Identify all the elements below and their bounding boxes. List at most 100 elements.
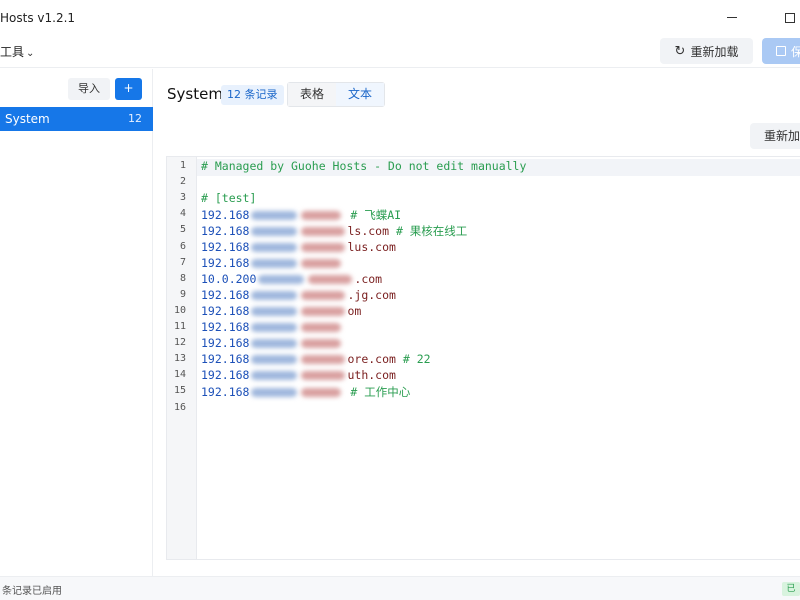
maximize-icon bbox=[785, 12, 795, 23]
comment: # 工作中心 bbox=[350, 385, 411, 400]
hostname: om bbox=[347, 303, 362, 318]
code-line: 192.168 bbox=[201, 336, 343, 350]
sidebar-item-count: 12 bbox=[128, 112, 142, 125]
reload-button-label: 重新加载 bbox=[690, 44, 739, 59]
line-number: 9 bbox=[179, 288, 186, 300]
ip-address: 10.0.200 bbox=[201, 271, 257, 286]
comment: # [test] bbox=[201, 191, 257, 206]
code-line: # [test] bbox=[201, 191, 256, 205]
hostname: .jg.com bbox=[347, 287, 396, 302]
code-line: 192.168 uth.com bbox=[201, 368, 396, 382]
comment: # 22 bbox=[402, 352, 431, 367]
redacted-hostname bbox=[301, 371, 346, 381]
hostname: .com bbox=[354, 271, 383, 286]
line-number: 12 bbox=[173, 337, 186, 349]
redacted-ip-segment bbox=[251, 323, 298, 332]
ip-address: 192.168 bbox=[201, 239, 250, 254]
code-line: 192.168 ls.com # 果核在线工 bbox=[201, 223, 467, 239]
redacted-hostname bbox=[301, 355, 346, 365]
status-text: 条记录已启用 bbox=[2, 586, 62, 597]
tab-text[interactable]: 文本 bbox=[336, 83, 384, 106]
ip-address: 192.168 bbox=[201, 385, 250, 400]
redacted-ip-segment bbox=[251, 371, 298, 381]
code-line: 192.168 # 工作中心 bbox=[201, 384, 410, 400]
redacted-ip-segment bbox=[251, 290, 298, 300]
comment: # 果核在线工 bbox=[395, 224, 468, 239]
hostname: ls.com bbox=[347, 224, 390, 239]
comment: # 飞蝶AI bbox=[350, 208, 402, 223]
redacted-ip-segment bbox=[251, 306, 298, 316]
line-number: 4 bbox=[179, 208, 186, 220]
sidebar: 导入 + System 12 bbox=[0, 69, 153, 576]
ip-address: 192.168 bbox=[201, 352, 250, 367]
line-number: 1 bbox=[179, 160, 186, 171]
ip-address: 192.168 bbox=[201, 255, 250, 270]
sidebar-item-label: System bbox=[5, 112, 50, 126]
sidebar-item-system[interactable]: System 12 bbox=[0, 107, 153, 131]
line-number: 2 bbox=[179, 176, 186, 188]
save-icon bbox=[776, 46, 786, 56]
hostname: ore.com bbox=[347, 352, 396, 367]
reload-button[interactable]: ↻ 重新加载 bbox=[660, 38, 753, 64]
ip-address: 192.168 bbox=[201, 287, 250, 302]
page-title: System bbox=[167, 85, 223, 103]
maximize-button[interactable] bbox=[780, 8, 800, 28]
line-number: 7 bbox=[179, 256, 186, 268]
save-button[interactable]: 保 bbox=[762, 38, 800, 64]
import-button[interactable]: 导入 bbox=[68, 78, 110, 100]
reload-hosts-button[interactable]: 重新加载 bbox=[750, 123, 800, 149]
redacted-hostname bbox=[301, 339, 342, 349]
line-number: 3 bbox=[179, 192, 186, 204]
code-line: # Managed by Guohe Hosts - Do not edit m… bbox=[201, 159, 526, 173]
code-line: 192.168 om bbox=[201, 304, 361, 318]
redacted-hostname bbox=[301, 290, 346, 300]
title-bar: Hosts v1.2.1 bbox=[0, 0, 800, 36]
line-number: 13 bbox=[173, 353, 186, 365]
line-number: 6 bbox=[179, 240, 186, 252]
code-line: 192.168 ore.com # 22 bbox=[201, 352, 431, 366]
ip-address: 192.168 bbox=[201, 303, 250, 318]
line-number: 16 bbox=[173, 401, 186, 413]
tools-menu[interactable]: 工具 ⌄ bbox=[0, 43, 34, 60]
status-badge: 已 bbox=[782, 582, 800, 596]
redacted-hostname bbox=[308, 274, 353, 284]
redacted-hostname bbox=[301, 388, 342, 398]
comment: # Managed by Guohe Hosts - Do not edit m… bbox=[201, 159, 527, 173]
ip-address: 192.168 bbox=[201, 336, 250, 351]
redacted-ip-segment bbox=[251, 227, 298, 237]
minimize-icon bbox=[727, 16, 737, 19]
line-number: 15 bbox=[173, 385, 186, 397]
status-bar: 条记录已启用 已 bbox=[0, 576, 800, 600]
save-button-label: 保 bbox=[791, 44, 800, 59]
redacted-hostname bbox=[301, 306, 346, 316]
code-line: 10.0.200 .com bbox=[201, 272, 382, 286]
redacted-hostname bbox=[301, 211, 342, 221]
redacted-ip-segment bbox=[251, 242, 298, 252]
redacted-ip-segment bbox=[251, 211, 298, 221]
redacted-ip-segment bbox=[251, 355, 298, 365]
code-line: 192.168 lus.com bbox=[201, 240, 396, 254]
tools-menu-label: 工具 bbox=[0, 45, 25, 59]
redacted-ip-segment bbox=[258, 274, 305, 284]
redacted-ip-segment bbox=[251, 258, 298, 268]
toolbar: 工具 ⌄ ↻ 重新加载 保 bbox=[0, 36, 800, 68]
redacted-hostname bbox=[301, 323, 342, 332]
line-number: 5 bbox=[179, 224, 186, 236]
ip-address: 192.168 bbox=[201, 208, 250, 223]
minimize-button[interactable] bbox=[722, 8, 742, 28]
ip-address: 192.168 bbox=[201, 224, 250, 239]
chevron-down-icon: ⌄ bbox=[26, 48, 35, 59]
view-mode-switch: 表格 文本 bbox=[287, 82, 385, 107]
redacted-ip-segment bbox=[251, 339, 298, 349]
hosts-text-editor[interactable]: # Managed by Guohe Hosts - Do not edit m… bbox=[166, 156, 800, 560]
app-title: Hosts v1.2.1 bbox=[0, 11, 76, 25]
line-number: 10 bbox=[173, 304, 186, 316]
tab-table[interactable]: 表格 bbox=[288, 83, 336, 106]
line-number: 14 bbox=[173, 369, 186, 381]
line-number: 8 bbox=[179, 272, 186, 284]
add-group-button[interactable]: + bbox=[115, 78, 142, 100]
code-line: 192.168 .jg.com bbox=[201, 288, 396, 302]
code-line: 192.168 # 飞蝶AI bbox=[201, 207, 401, 223]
redacted-hostname bbox=[301, 242, 346, 252]
hostname: uth.com bbox=[347, 368, 396, 383]
